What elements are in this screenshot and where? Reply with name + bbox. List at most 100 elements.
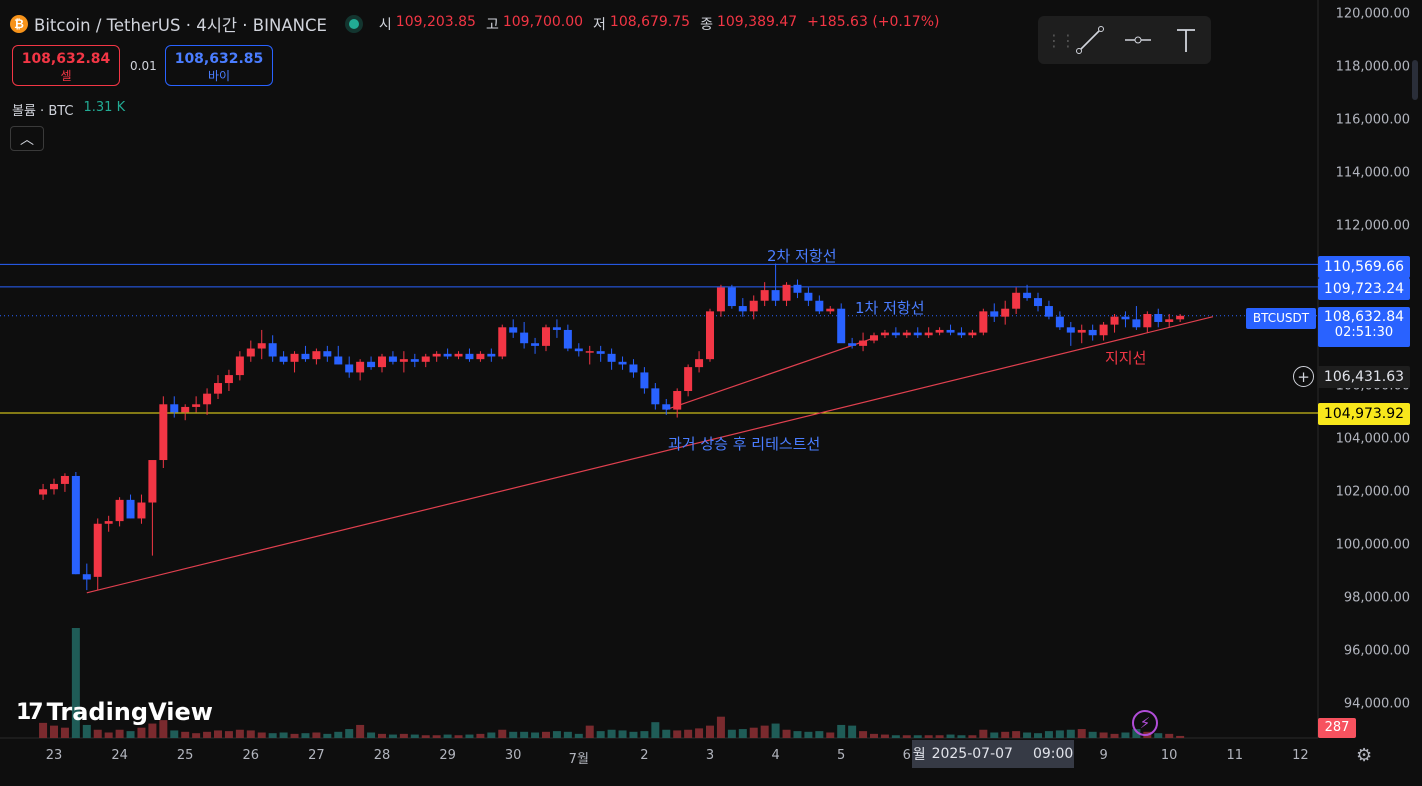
- volume-bar: [126, 731, 135, 738]
- symbol-price-tag: BTCUSDT: [1246, 308, 1316, 329]
- resistance1-label[interactable]: 1차 저항선: [855, 297, 925, 318]
- sell-price: 108,632.84: [21, 51, 111, 67]
- support-label[interactable]: 지지선: [1105, 347, 1146, 368]
- volume-bar: [268, 733, 277, 738]
- candle-body: [214, 383, 222, 394]
- volume-bar: [738, 729, 747, 738]
- volume-bar: [246, 730, 255, 738]
- time-tick-label: 30: [504, 748, 522, 763]
- candle-body: [498, 327, 507, 357]
- buy-price: 108,632.85: [174, 51, 264, 67]
- add-order-icon[interactable]: +: [1293, 366, 1314, 387]
- candle-body: [1077, 329, 1086, 333]
- last-price: 108,632.84: [1323, 309, 1405, 325]
- volume-bar: [629, 731, 638, 738]
- crosshair-weekday: 월: [912, 747, 926, 763]
- volume-bar: [312, 732, 321, 738]
- volume-bar: [695, 728, 704, 738]
- candle-body: [443, 353, 452, 357]
- candle-body: [837, 308, 846, 344]
- candle-body: [1165, 319, 1174, 322]
- candle-body: [815, 300, 824, 312]
- volume-bar: [50, 725, 58, 738]
- scrollbar[interactable]: [1412, 60, 1418, 100]
- volume-bar: [968, 735, 977, 738]
- candle-body: [334, 356, 343, 365]
- candle-body: [520, 332, 529, 344]
- time-tick-label: 6: [902, 748, 911, 763]
- volume-bar: [465, 734, 474, 738]
- volume-bar: [170, 730, 179, 738]
- close-key: 종: [700, 17, 713, 33]
- candle-body: [60, 475, 69, 484]
- candle-body: [771, 290, 780, 301]
- candle-body: [203, 393, 212, 405]
- lightning-icon[interactable]: ⚡: [1132, 710, 1158, 736]
- tradingview-logo[interactable]: 𝟭𝟳 TradingView: [16, 698, 213, 726]
- volume-bar: [662, 729, 671, 738]
- time-tick-label: 2: [640, 748, 649, 763]
- candle-body: [596, 351, 605, 354]
- volume-bar: [574, 733, 583, 738]
- volume-bar: [870, 733, 878, 738]
- bitcoin-icon: ₿: [10, 15, 28, 33]
- time-tick-label: 4: [771, 748, 780, 763]
- candle-body: [509, 327, 518, 333]
- volume-bar: [1176, 735, 1185, 738]
- price-tick-label: 118,000.00: [1335, 59, 1410, 75]
- symbol-title[interactable]: Bitcoin / TetherUS · 4시간 · BINANCE: [34, 12, 327, 36]
- trend-line-1: [86, 316, 1214, 594]
- collapse-legend-button[interactable]: ︿: [10, 126, 44, 151]
- chevron-up-icon: ︿: [20, 131, 34, 148]
- retest-line-label[interactable]: 과거 상승 후 리테스트선: [668, 433, 820, 454]
- text-icon[interactable]: [1162, 20, 1210, 60]
- candle-body: [345, 364, 354, 373]
- candle-body: [399, 359, 408, 362]
- candle-body: [257, 343, 266, 349]
- sell-button[interactable]: 108,632.84 셀: [12, 45, 120, 86]
- candle-body: [82, 574, 91, 580]
- volume-bar: [935, 735, 944, 738]
- horizontal-ray-icon[interactable]: [1114, 20, 1162, 60]
- grip-icon[interactable]: ⋮⋮: [1046, 31, 1076, 50]
- candle-body: [71, 475, 80, 575]
- candle-body: [629, 364, 638, 373]
- candle-body: [159, 404, 168, 461]
- market-status-icon[interactable]: [348, 19, 359, 29]
- trend-line-icon[interactable]: [1066, 20, 1114, 60]
- time-tick-label: 24: [111, 748, 128, 763]
- volume-bar: [1066, 729, 1075, 738]
- volume-bar: [815, 731, 824, 738]
- volume-bar: [104, 732, 113, 738]
- candle-body: [716, 287, 725, 312]
- candle-body: [793, 284, 802, 293]
- volume-bar: [356, 724, 365, 738]
- volume-bar: [399, 733, 408, 738]
- volume-bar: [367, 732, 376, 738]
- candle-body: [913, 332, 922, 336]
- candle-body: [585, 351, 594, 353]
- price-tick-label: 102,000.00: [1335, 484, 1410, 500]
- volume-bar: [946, 734, 955, 738]
- volume-bar: [782, 729, 791, 738]
- candle-body: [104, 521, 113, 524]
- volume-bar: [1001, 731, 1010, 738]
- candle-body: [323, 351, 332, 357]
- candle-body: [432, 353, 441, 357]
- volume-bar: [82, 724, 91, 738]
- volume-bar: [454, 735, 463, 738]
- candle-body: [465, 353, 474, 360]
- chart-plot[interactable]: [0, 0, 1422, 786]
- open-value: 109,203.85: [395, 14, 476, 30]
- candle-body: [476, 353, 485, 360]
- price-tick-label: 112,000.00: [1335, 218, 1410, 234]
- volume-bar: [1165, 733, 1174, 738]
- buy-button[interactable]: 108,632.85 바이: [165, 45, 273, 86]
- volume-bar: [432, 735, 441, 738]
- trend-line-2: [666, 337, 875, 411]
- volume-legend[interactable]: 볼륨 · BTC 1.31 K: [12, 100, 125, 119]
- candle-body: [684, 367, 693, 392]
- resistance2-label[interactable]: 2차 저항선: [767, 245, 837, 266]
- settings-icon[interactable]: ⚙: [1356, 745, 1372, 766]
- candle-body: [388, 356, 397, 362]
